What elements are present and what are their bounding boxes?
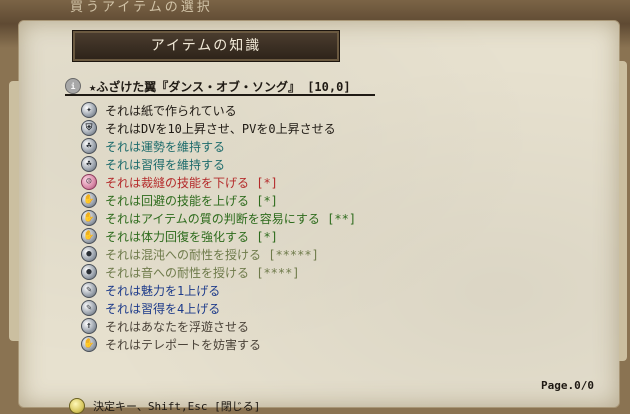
learning-icon: ☘ xyxy=(81,156,97,172)
background-title: 買うアイテムの選択 xyxy=(70,0,213,15)
footer-hint: 決定キー、Shift,Esc [閉じる] xyxy=(69,398,260,414)
skill-icon: ✋ xyxy=(81,192,97,208)
property-row: ✦ それは紙で作られている xyxy=(81,101,601,119)
property-text: それは回避の技能を上げる [*] xyxy=(105,193,278,208)
property-row: ● それは混沌への耐性を授ける [*****] xyxy=(81,245,601,263)
attribute-icon: ✎ xyxy=(81,300,97,316)
skill-icon: ✋ xyxy=(81,228,97,244)
property-text: それはあなたを浮遊させる xyxy=(105,319,250,334)
property-text: それは混沌への耐性を授ける [*****] xyxy=(105,247,319,262)
property-text: それはアイテムの質の判断を容易にする [**] xyxy=(105,211,357,226)
property-row: ● それは音への耐性を授ける [****] xyxy=(81,263,601,281)
luck-icon: ☘ xyxy=(81,138,97,154)
property-text: それは運勢を維持する xyxy=(105,139,226,154)
property-row: ↑ それはあなたを浮遊させる xyxy=(81,317,601,335)
property-row: ⛨ それはDVを10上昇させ、PVを0上昇させる xyxy=(81,119,601,137)
property-row: ✋ それは体力回復を強化する [*] xyxy=(81,227,601,245)
property-list: ✦ それは紙で作られている ⛨ それはDVを10上昇させ、PVを0上昇させる ☘ それは運… xyxy=(81,101,601,353)
curse-icon: ☹ xyxy=(81,174,97,190)
paper-icon: ✦ xyxy=(81,102,97,118)
info-icon: i xyxy=(65,78,81,94)
item-name: ★ふざけた翼『ダンス・オブ・ソング』 [10,0] xyxy=(89,79,351,94)
property-row: ✋ それは回避の技能を上げる [*] xyxy=(81,191,601,209)
resist-icon: ● xyxy=(81,246,97,262)
property-text: それは紙で作られている xyxy=(105,103,237,118)
property-row: ✎ それは魅力を1上げる xyxy=(81,281,601,299)
window-title: アイテムの知識 xyxy=(73,31,339,61)
teleport-icon: ✋ xyxy=(81,336,97,352)
property-text: それはテレポートを妨害する xyxy=(105,337,262,352)
property-row: ☘ それは習得を維持する xyxy=(81,155,601,173)
property-row: ☹ それは裁縫の技能を下げる [*] xyxy=(81,173,601,191)
property-text: それは裁縫の技能を下げる [*] xyxy=(105,175,278,190)
property-text: それはDVを10上昇させ、PVを0上昇させる xyxy=(105,121,336,136)
hint-bulb-icon xyxy=(69,398,85,414)
skill-icon: ✋ xyxy=(81,210,97,226)
resist-icon: ● xyxy=(81,264,97,280)
float-icon: ↑ xyxy=(81,318,97,334)
property-text: それは習得を維持する xyxy=(105,157,226,172)
hint-text: 決定キー、Shift,Esc [閉じる] xyxy=(93,400,261,413)
property-text: それは魅力を1上げる xyxy=(105,283,221,298)
property-row: ✋ それはテレポートを妨害する xyxy=(81,335,601,353)
attribute-icon: ✎ xyxy=(81,282,97,298)
property-row: ☘ それは運勢を維持する xyxy=(81,137,601,155)
header-underline xyxy=(65,94,375,96)
item-header: i ★ふざけた翼『ダンス・オブ・ソング』 [10,0] xyxy=(65,77,375,95)
page-indicator: Page.0/0 xyxy=(541,379,594,392)
property-row: ✋ それはアイテムの質の判断を容易にする [**] xyxy=(81,209,601,227)
property-text: それは体力回復を強化する [*] xyxy=(105,229,278,244)
item-knowledge-window: アイテムの知識 i ★ふざけた翼『ダンス・オブ・ソング』 [10,0] ✦ それは… xyxy=(9,20,627,414)
armor-icon: ⛨ xyxy=(81,120,97,136)
property-text: それは習得を4上げる xyxy=(105,301,221,316)
property-row: ✎ それは習得を4上げる xyxy=(81,299,601,317)
property-text: それは音への耐性を授ける [****] xyxy=(105,265,300,280)
